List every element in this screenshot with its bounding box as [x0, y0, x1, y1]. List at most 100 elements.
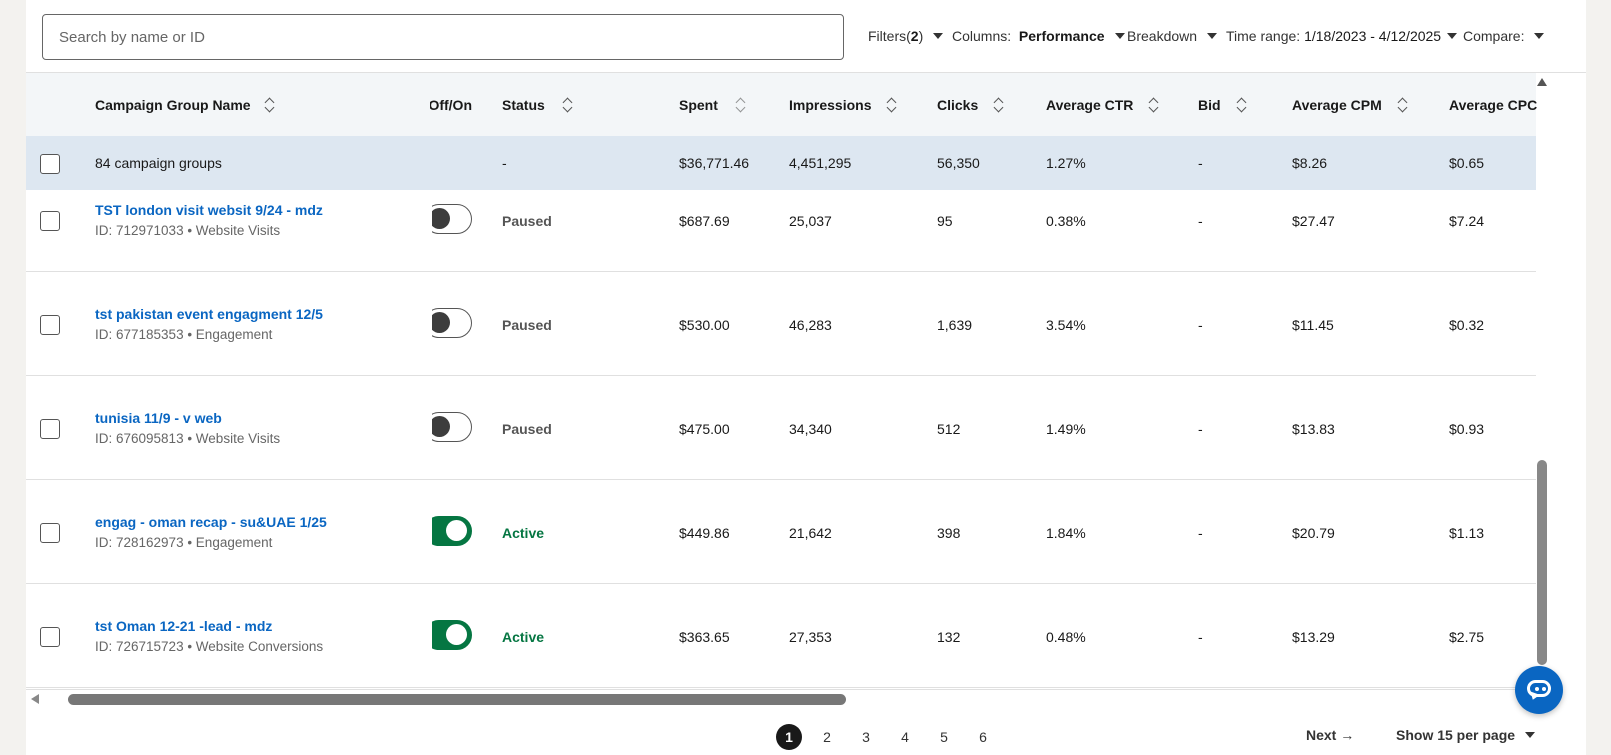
cell-spent: $449.86 [679, 525, 730, 541]
pagination-page[interactable]: 1 [776, 724, 802, 750]
column-header-impressions[interactable]: Impressions [789, 97, 897, 113]
status-badge: Active [502, 525, 545, 541]
table-row[interactable]: tst Oman 12-21 -lead - mdz ID: 726715723… [26, 584, 1536, 688]
row-checkbox[interactable] [40, 523, 60, 543]
pagination-page[interactable]: 4 [892, 724, 918, 750]
chat-bubble-icon[interactable] [1515, 666, 1563, 714]
column-header-spent[interactable]: Spent [679, 97, 746, 113]
horizontal-scroll-thumb[interactable] [68, 694, 846, 705]
caret-down-icon [1207, 33, 1218, 39]
toggle-knob [432, 416, 450, 437]
cell-avg-ctr: 1.84% [1046, 525, 1086, 541]
campaign-group-link[interactable]: TST london visit websit 9/24 - mdz [95, 202, 323, 218]
column-header-avg-cpm[interactable]: Average CPM [1292, 97, 1408, 113]
toggle-switch[interactable] [432, 620, 472, 650]
campaign-group-link[interactable]: tunisia 11/9 - v web [95, 410, 222, 426]
table-row[interactable]: tst pakistan event engagment 12/5 ID: 67… [26, 272, 1536, 376]
cell-avg-cpc: $1.13 [1449, 525, 1485, 541]
sort-arrows-icon[interactable] [887, 98, 897, 112]
offon-toggle[interactable] [432, 411, 474, 445]
toggle-switch[interactable] [432, 308, 472, 338]
column-header-avg-ctr[interactable]: Average CTR [1046, 97, 1159, 113]
filters-dropdown[interactable]: Filters(2) [868, 28, 944, 44]
campaign-group-link[interactable]: engag - oman recap - su&UAE 1/25 [95, 514, 327, 530]
table-row[interactable]: engag - oman recap - su&UAE 1/25 ID: 728… [26, 480, 1536, 584]
table-header: Campaign Group Name Off/On Status Spent … [26, 73, 1537, 136]
offon-toggle[interactable] [432, 515, 474, 549]
compare-dropdown[interactable]: Compare: [1463, 28, 1545, 44]
vertical-scroll-thumb[interactable] [1537, 460, 1547, 665]
cell-spent: $687.69 [679, 213, 730, 229]
column-header-label: Average CTR [1046, 97, 1134, 113]
toggle-switch[interactable] [432, 412, 472, 442]
horizontal-scrollbar[interactable] [26, 689, 1534, 709]
cell-impressions: 21,642 [789, 525, 832, 541]
per-page-dropdown[interactable]: Show 15 per page [1396, 727, 1536, 743]
pagination-page[interactable]: 3 [853, 724, 879, 750]
column-header-label: Average CPM [1292, 97, 1382, 113]
caret-down-icon [1114, 33, 1125, 39]
sort-arrows-icon[interactable] [1149, 98, 1159, 112]
breakdown-dropdown[interactable]: Breakdown [1127, 28, 1218, 44]
scroll-left-arrow-icon[interactable] [31, 694, 39, 704]
cell-avg-cpm: $20.79 [1292, 525, 1335, 541]
row-checkbox[interactable] [40, 419, 60, 439]
sort-arrows-icon[interactable] [736, 98, 746, 112]
table-row[interactable]: tunisia 11/9 - v web ID: 676095813 • Web… [26, 376, 1536, 480]
filters-close: ) [918, 28, 924, 44]
column-header-label: Impressions [789, 97, 872, 113]
cell-avg-cpc: $0.93 [1449, 421, 1485, 437]
campaign-group-meta: ID: 728162973 • Engagement [95, 535, 273, 550]
row-checkbox[interactable] [40, 211, 60, 231]
campaign-group-link[interactable]: tst pakistan event engagment 12/5 [95, 306, 323, 322]
toggle-switch[interactable] [432, 516, 472, 546]
cell-clicks: 132 [937, 629, 961, 645]
pagination-page[interactable]: 6 [970, 724, 996, 750]
sort-arrows-icon[interactable] [1398, 98, 1408, 112]
offon-toggle[interactable] [432, 619, 474, 653]
vertical-scrollbar[interactable] [1534, 73, 1550, 688]
per-page-label: Show 15 per page [1396, 727, 1516, 743]
cell-spent: $530.00 [679, 317, 730, 333]
sort-arrows-icon[interactable] [994, 98, 1004, 112]
offon-toggle[interactable] [432, 307, 474, 341]
column-header-name[interactable]: Campaign Group Name [95, 97, 275, 113]
search-input[interactable] [42, 14, 844, 60]
column-header-label: Bid [1198, 97, 1221, 113]
row-checkbox[interactable] [40, 627, 60, 647]
cell-bid: - [1198, 317, 1203, 333]
sort-arrows-icon[interactable] [1237, 98, 1247, 112]
columns-dropdown[interactable]: Columns: Performance [952, 28, 1125, 44]
select-all-checkbox[interactable] [40, 154, 60, 174]
campaign-group-link[interactable]: tst Oman 12-21 -lead - mdz [95, 618, 272, 634]
cell-impressions: 46,283 [789, 317, 832, 333]
pagination-page[interactable]: 2 [814, 724, 840, 750]
cell-avg-ctr: 0.48% [1046, 629, 1086, 645]
summary-status: - [502, 155, 507, 171]
toggle-switch[interactable] [432, 204, 472, 234]
caret-down-icon [1447, 33, 1458, 39]
cell-avg-cpm: $27.47 [1292, 213, 1335, 229]
cell-impressions: 25,037 [789, 213, 832, 229]
cell-clicks: 1,639 [937, 317, 973, 333]
offon-toggle[interactable] [432, 203, 474, 237]
cell-avg-cpc: $0.32 [1449, 317, 1485, 333]
column-header-offon: Off/On [430, 97, 472, 113]
column-header-bid[interactable]: Bid [1198, 97, 1247, 113]
next-page-button[interactable]: Next → [1306, 727, 1354, 743]
caret-down-icon [1525, 732, 1536, 738]
column-header-status[interactable]: Status [502, 97, 573, 113]
time-range-dropdown[interactable]: Time range: 1/18/2023 - 4/12/2025 [1226, 28, 1458, 44]
sort-arrows-icon[interactable] [265, 98, 275, 112]
pagination-page[interactable]: 5 [931, 724, 957, 750]
summary-avg-cpm: $8.26 [1292, 155, 1328, 171]
sort-arrows-icon[interactable] [563, 98, 573, 112]
campaign-group-meta: ID: 712971033 • Website Visits [95, 223, 281, 238]
column-header-avg-cpc[interactable]: Average CPC [1449, 97, 1537, 113]
chat-dot [1535, 687, 1539, 691]
column-header-label: Spent [679, 97, 718, 113]
column-header-clicks[interactable]: Clicks [937, 97, 1004, 113]
scroll-up-arrow-icon[interactable] [1537, 78, 1547, 86]
row-checkbox[interactable] [40, 315, 60, 335]
campaign-group-meta: ID: 677185353 • Engagement [95, 327, 273, 342]
